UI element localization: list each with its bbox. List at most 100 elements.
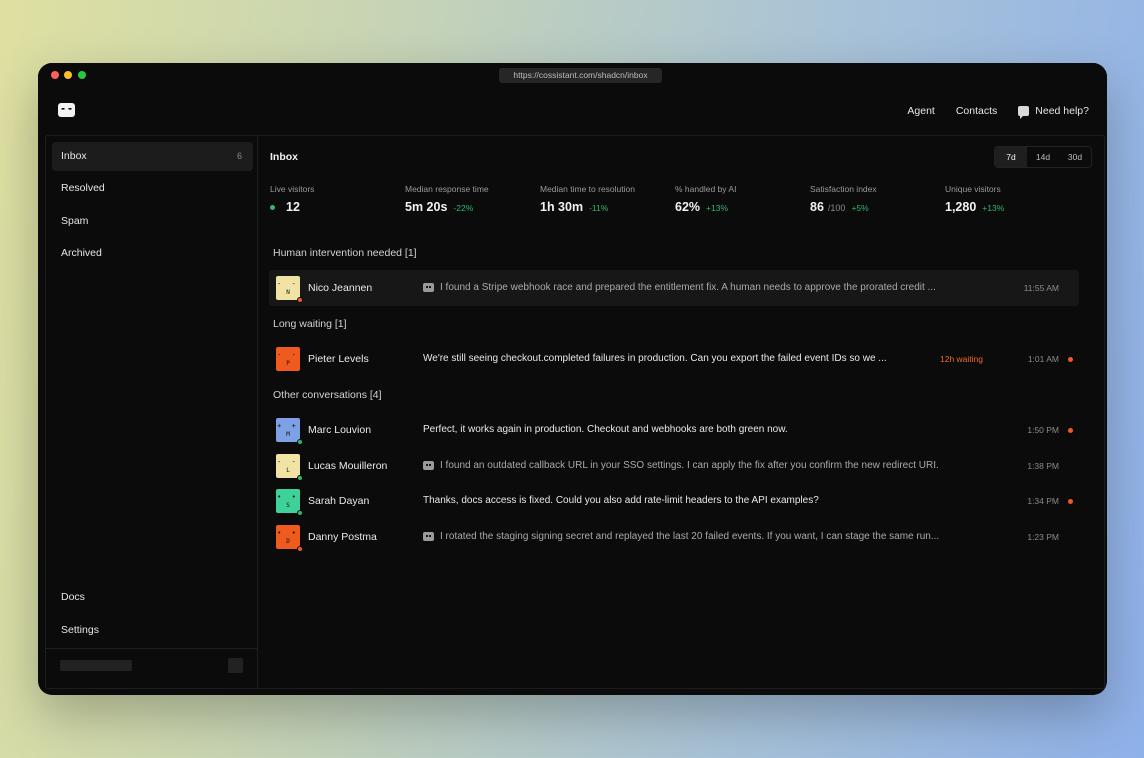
conversation-row[interactable]: - - P Pieter Levels We're still seeing chec…: [269, 341, 1079, 377]
sidebar-item-settings[interactable]: Settings: [52, 616, 253, 645]
section-title: Long waiting [1]: [273, 318, 347, 330]
message-preview: I rotated the staging signing secret and…: [440, 530, 940, 542]
app-frame: Inbox 6 Resolved Spam Archived Docs Sett…: [45, 135, 1105, 689]
inbox-count-badge: 6: [236, 151, 242, 161]
logo-icon[interactable]: [58, 103, 75, 117]
range-30d-button[interactable]: 30d: [1059, 147, 1091, 167]
conversation-row[interactable]: - - N Nico Jeannen I found a Stripe webhook…: [269, 270, 1079, 306]
timestamp: 1:38 PM: [1027, 460, 1059, 471]
contact-name: Lucas Mouilleron: [308, 459, 388, 472]
message-preview: I found an outdated callback URL in your…: [440, 459, 939, 471]
stat-value: 1h 30m: [540, 200, 584, 214]
stat-label: Live visitors: [270, 184, 315, 194]
stat-unique-visitors: Unique visitors 1,280 +13%: [945, 184, 1075, 214]
message-preview: Thanks, docs access is fixed. Could you …: [423, 495, 819, 506]
presence-status-icon: [297, 545, 303, 552]
maximize-window-button[interactable]: [78, 71, 86, 79]
stat-median-response-time: Median response time 5m 20s -22%: [405, 184, 535, 214]
avatar-initial: L: [286, 466, 290, 474]
user-menu-placeholder[interactable]: [228, 658, 243, 673]
stat-delta: -11%: [589, 203, 609, 213]
sidebar-item-docs[interactable]: Docs: [52, 583, 253, 612]
agent-link[interactable]: Agent: [907, 105, 934, 117]
need-help-label: Need help?: [1035, 105, 1089, 117]
user-name-placeholder: [60, 660, 132, 671]
timestamp: 1:01 AM: [1027, 354, 1059, 364]
stat-value: 5m 20s: [405, 200, 448, 214]
sidebar-item-label: Inbox: [61, 150, 87, 162]
stat-label: Unique visitors: [945, 184, 1001, 194]
range-14d-button[interactable]: 14d: [1027, 147, 1059, 167]
avatar-face: + +: [277, 422, 299, 430]
sidebar-item-label: Archived: [61, 247, 102, 259]
ai-bot-icon: [423, 531, 434, 541]
sidebar-item-spam[interactable]: Spam: [52, 207, 253, 236]
unread-indicator-icon: [1068, 428, 1073, 433]
avatar-initial: P: [286, 360, 290, 367]
avatar-initial: D: [286, 537, 290, 545]
stat-label: Satisfaction index: [810, 184, 877, 194]
stat-median-resolution-time: Median time to resolution 1h 30m -11%: [540, 184, 670, 214]
avatar: - -L: [276, 453, 300, 478]
address-bar[interactable]: https://cossistant.com/shadcn/inbox: [499, 68, 662, 83]
conversation-row[interactable]: + + M Marc Louvion Perfect, it works again …: [269, 412, 1079, 448]
sidebar-item-label: Settings: [61, 624, 99, 636]
sidebar-item-inbox[interactable]: Inbox 6: [52, 142, 253, 171]
browser-titlebar: https://cossistant.com/shadcn/inbox: [38, 63, 1107, 87]
app-header: Agent Contacts Need help?: [38, 87, 1107, 135]
stat-delta: +13%: [982, 203, 1005, 213]
presence-status-icon: [297, 510, 303, 516]
app-window: https://cossistant.com/shadcn/inbox Agen…: [38, 63, 1107, 695]
avatar-face: • •: [277, 493, 299, 501]
sidebar-item-archived[interactable]: Archived: [52, 239, 253, 268]
stat-live-visitors: Live visitors 12: [270, 184, 400, 214]
timestamp: 11:55 AM: [1023, 283, 1059, 293]
section-title: Human intervention needed [1]: [273, 247, 417, 259]
message-preview: Perfect, it works again in production. C…: [423, 424, 788, 435]
avatar-face: • •: [277, 528, 299, 537]
minimize-window-button[interactable]: [64, 71, 72, 79]
stat-value: 86: [810, 200, 824, 214]
timestamp: 1:34 PM: [1027, 496, 1059, 506]
unread-indicator-icon: [1068, 357, 1073, 362]
top-navigation: Agent Contacts Need help?: [907, 105, 1089, 119]
conversation-row[interactable]: • • D Danny Postma I rotated the staging si…: [269, 519, 1079, 555]
sidebar-item-resolved[interactable]: Resolved: [52, 174, 253, 203]
sidebar-item-label: Spam: [61, 215, 89, 227]
range-7d-button[interactable]: 7d: [995, 147, 1027, 167]
unread-indicator-icon: [1068, 499, 1073, 504]
avatar: + + M: [276, 418, 300, 442]
timestamp: 1:50 PM: [1027, 425, 1059, 435]
stat-label: % handled by AI: [675, 184, 737, 194]
message-preview: We're still seeing checkout.completed fa…: [423, 353, 887, 364]
avatar: • • D: [276, 524, 300, 549]
need-help-button[interactable]: Need help?: [1018, 105, 1089, 119]
contact-name: Marc Louvion: [308, 424, 372, 436]
avatar: • • S: [276, 489, 300, 513]
contact-name: Pieter Levels: [308, 353, 369, 365]
presence-status-icon: [297, 474, 303, 481]
sidebar-divider: [46, 648, 257, 649]
sidebar-item-label: Resolved: [61, 182, 105, 194]
avatar: - -P: [276, 347, 300, 371]
avatar-face: - -: [277, 457, 299, 466]
waiting-badge: 12h waiting: [940, 354, 984, 364]
stat-delta: -22%: [453, 203, 474, 213]
avatar: - -N: [276, 276, 300, 300]
conversation-row[interactable]: - - L Lucas Mouilleron I found an outdated …: [269, 448, 1079, 484]
close-window-button[interactable]: [51, 71, 59, 79]
conversation-row[interactable]: • • S Sarah Dayan Thanks, docs access is fi…: [269, 483, 1079, 519]
avatar-initial: S: [286, 502, 290, 509]
stat-label: Median time to resolution: [540, 184, 635, 194]
page-title: Inbox: [270, 151, 298, 163]
avatar-face: - -: [277, 351, 299, 359]
sidebar: Inbox 6 Resolved Spam Archived Docs Sett…: [46, 136, 258, 688]
stat-value: 12: [286, 200, 300, 214]
contact-name: Nico Jeannen: [308, 282, 373, 294]
stat-delta: +13%: [706, 203, 729, 213]
stat-value: 1,280: [945, 200, 977, 214]
contacts-link[interactable]: Contacts: [956, 105, 997, 117]
timestamp: 1:23 PM: [1027, 531, 1059, 542]
stats-row: Live visitors 12 Median response time 5m…: [270, 184, 1070, 224]
stat-delta: +5%: [851, 203, 869, 213]
